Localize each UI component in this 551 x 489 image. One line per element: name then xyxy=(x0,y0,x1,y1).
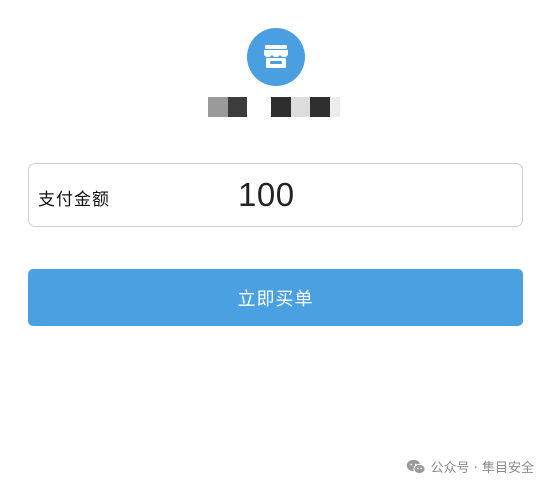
wechat-icon xyxy=(406,459,426,474)
pay-now-button[interactable]: 立即买单 xyxy=(28,269,523,326)
shop-avatar xyxy=(247,28,305,86)
watermark: 公众号 · 隼目安全 xyxy=(406,457,534,476)
merchant-name-redacted xyxy=(208,97,340,117)
amount-value[interactable]: 100 xyxy=(238,176,295,214)
amount-label: 支付金额 xyxy=(38,190,110,210)
watermark-text: 公众号 · 隼目安全 xyxy=(430,461,534,476)
storefront-icon xyxy=(264,45,288,68)
amount-field[interactable]: 支付金额 100 xyxy=(28,163,523,227)
